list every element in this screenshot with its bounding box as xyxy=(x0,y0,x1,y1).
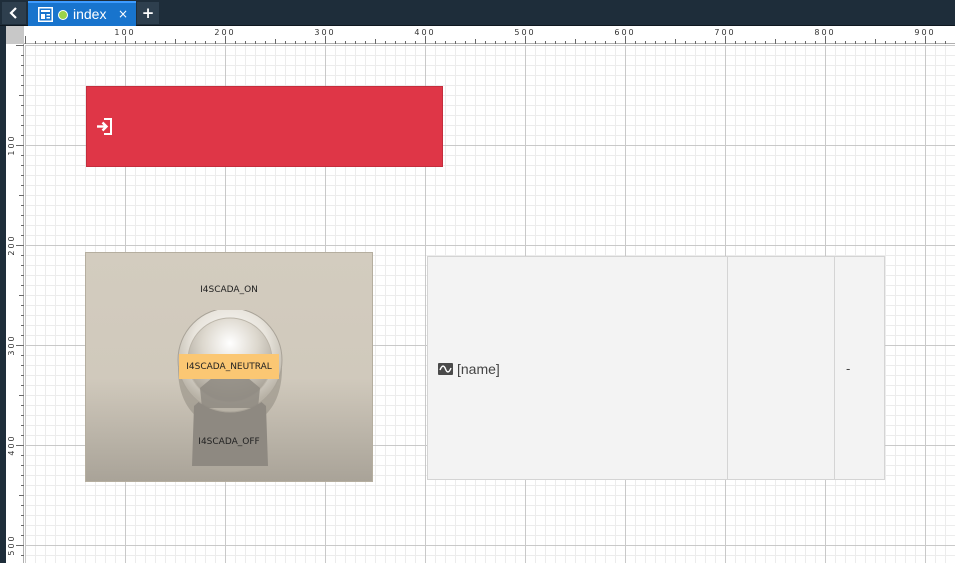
ruler-label: 200 xyxy=(214,28,235,37)
designer-window: index × + 100 200 300 400 500 600 700 800 900 10… xyxy=(0,0,955,563)
chevron-left-icon xyxy=(9,7,17,19)
signal-name: [name] xyxy=(457,361,500,377)
signal-name-cell: [name] xyxy=(438,361,500,377)
signal-information-row: [name] - xyxy=(427,256,885,480)
ruler-label: 800 xyxy=(814,28,835,37)
status-indicator xyxy=(58,10,68,20)
ruler-label: 300 xyxy=(7,334,16,355)
close-tab-button[interactable]: × xyxy=(118,8,128,20)
horizontal-ruler: 100 200 300 400 500 600 700 800 900 xyxy=(24,26,955,44)
page-layout-icon xyxy=(38,7,53,22)
ruler-label: 400 xyxy=(7,434,16,455)
back-button[interactable] xyxy=(2,2,26,24)
ruler-label: 700 xyxy=(714,28,735,37)
tab-title: index xyxy=(73,6,107,22)
ruler-label: 500 xyxy=(7,534,16,555)
ruler-label: 200 xyxy=(7,234,16,255)
column-divider xyxy=(727,257,728,479)
add-tab-button[interactable]: + xyxy=(137,2,159,24)
signal-wave-icon xyxy=(438,363,453,375)
ruler-label: 100 xyxy=(7,134,16,155)
signal-value: - xyxy=(846,361,851,376)
ruler-label: 900 xyxy=(914,28,935,37)
ruler-label: 600 xyxy=(614,28,635,37)
tab-bar: index × + xyxy=(0,0,955,26)
ruler-label: 300 xyxy=(314,28,335,37)
ruler-corner xyxy=(6,26,24,44)
ruler-label: 500 xyxy=(514,28,535,37)
tab-index[interactable]: index × xyxy=(28,1,136,26)
ruler-label: 100 xyxy=(114,28,135,37)
vertical-ruler: 100 200 300 400 500 xyxy=(6,44,24,563)
sign-in-icon xyxy=(97,118,112,135)
ruler-label: 400 xyxy=(414,28,435,37)
rotary-switch[interactable]: I4SCADA_ON I4SCADA_NEUTRAL I4SCADA_OFF xyxy=(85,252,373,482)
login-button[interactable] xyxy=(86,86,443,167)
switch-label-neutral[interactable]: I4SCADA_NEUTRAL xyxy=(179,354,279,379)
switch-label-off[interactable]: I4SCADA_OFF xyxy=(86,437,372,447)
switch-label-on[interactable]: I4SCADA_ON xyxy=(86,285,372,295)
column-divider xyxy=(834,257,835,479)
